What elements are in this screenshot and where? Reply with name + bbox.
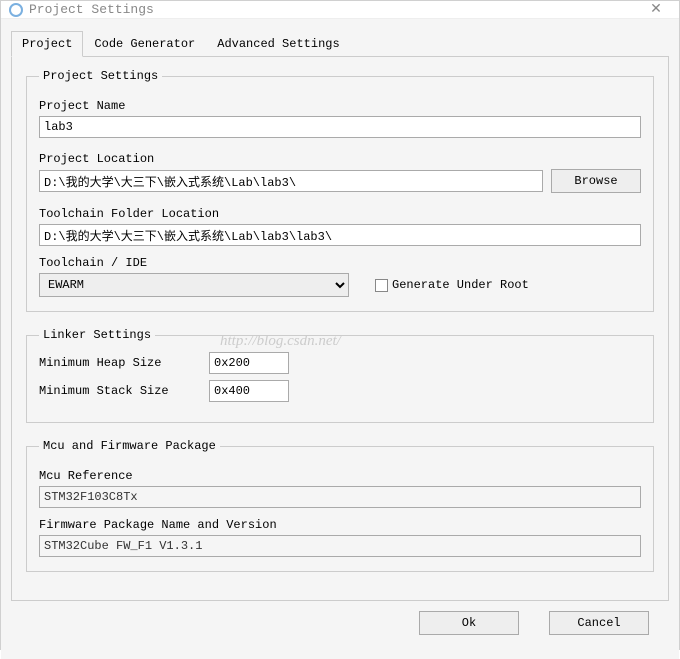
project-settings-dialog: Project Settings ✕ Project Code Generato… bbox=[0, 0, 680, 650]
tab-project[interactable]: Project bbox=[11, 31, 83, 57]
tab-panel-project: Project Settings Project Name Project Lo… bbox=[11, 56, 669, 601]
linker-settings-group: Linker Settings Minimum Heap Size Minimu… bbox=[26, 328, 654, 423]
project-settings-group: Project Settings Project Name Project Lo… bbox=[26, 69, 654, 312]
project-settings-legend: Project Settings bbox=[39, 69, 162, 83]
mcu-reference-label: Mcu Reference bbox=[39, 469, 641, 483]
browse-button[interactable]: Browse bbox=[551, 169, 641, 193]
min-heap-input[interactable] bbox=[209, 352, 289, 374]
ok-button[interactable]: Ok bbox=[419, 611, 519, 635]
firmware-package-label: Firmware Package Name and Version bbox=[39, 518, 641, 532]
cancel-button[interactable]: Cancel bbox=[549, 611, 649, 635]
firmware-package-value: STM32Cube FW_F1 V1.3.1 bbox=[39, 535, 641, 557]
toolchain-folder-input[interactable] bbox=[39, 224, 641, 246]
toolchain-folder-label: Toolchain Folder Location bbox=[39, 207, 641, 221]
tab-strip: Project Code Generator Advanced Settings bbox=[11, 31, 669, 57]
dialog-footer: Ok Cancel bbox=[11, 601, 669, 651]
checkbox-icon bbox=[375, 279, 388, 292]
toolchain-ide-label: Toolchain / IDE bbox=[39, 256, 641, 270]
tab-advanced-settings[interactable]: Advanced Settings bbox=[206, 31, 350, 57]
mcu-reference-value: STM32F103C8Tx bbox=[39, 486, 641, 508]
toolchain-ide-select[interactable]: EWARM bbox=[39, 273, 349, 297]
titlebar: Project Settings ✕ bbox=[1, 1, 679, 19]
min-heap-label: Minimum Heap Size bbox=[39, 356, 209, 370]
generate-under-root-checkbox[interactable]: Generate Under Root bbox=[375, 278, 529, 292]
project-location-label: Project Location bbox=[39, 152, 641, 166]
tab-code-generator[interactable]: Code Generator bbox=[83, 31, 206, 57]
min-stack-input[interactable] bbox=[209, 380, 289, 402]
window-title: Project Settings bbox=[29, 2, 641, 17]
linker-settings-legend: Linker Settings bbox=[39, 328, 155, 342]
close-icon[interactable]: ✕ bbox=[641, 1, 671, 18]
generate-under-root-label: Generate Under Root bbox=[392, 278, 529, 292]
mcu-firmware-group: Mcu and Firmware Package Mcu Reference S… bbox=[26, 439, 654, 572]
project-location-input[interactable] bbox=[39, 170, 543, 192]
project-name-label: Project Name bbox=[39, 99, 641, 113]
mcu-firmware-legend: Mcu and Firmware Package bbox=[39, 439, 220, 453]
project-name-input[interactable] bbox=[39, 116, 641, 138]
min-stack-label: Minimum Stack Size bbox=[39, 384, 209, 398]
app-icon bbox=[9, 3, 23, 17]
dialog-content: Project Code Generator Advanced Settings… bbox=[1, 19, 679, 659]
